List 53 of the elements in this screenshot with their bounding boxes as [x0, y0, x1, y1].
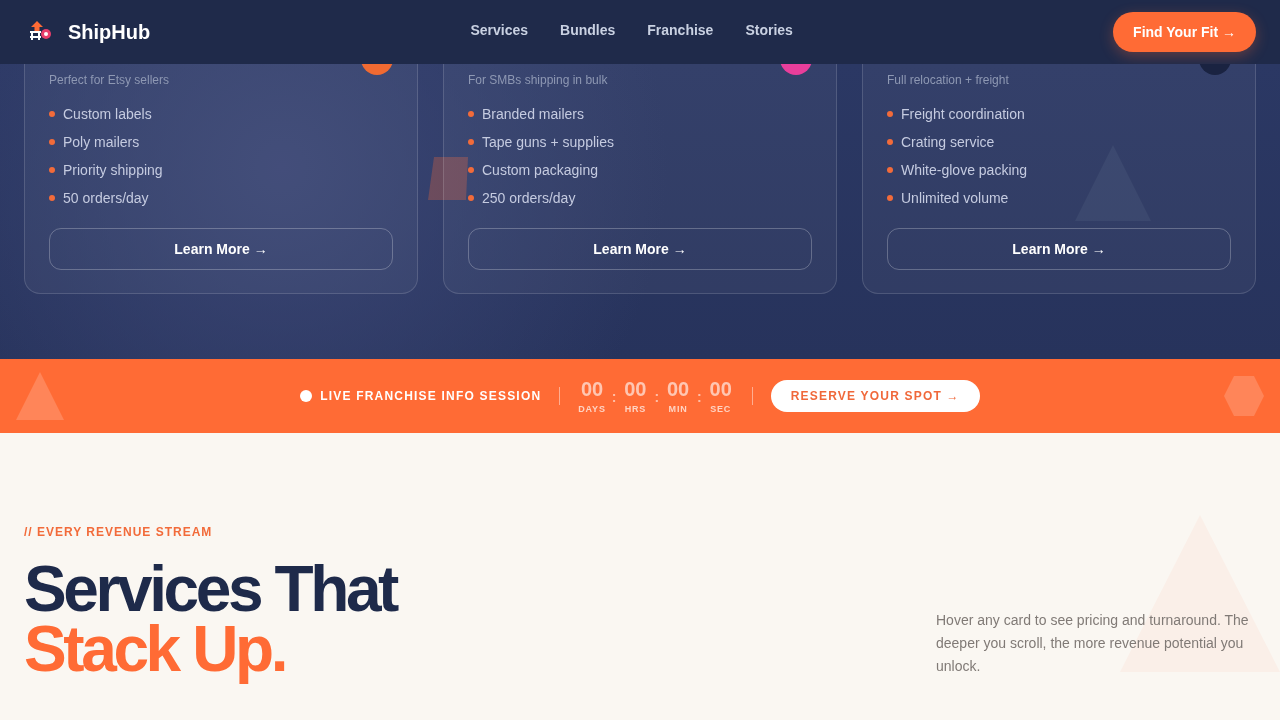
nav-link[interactable]: Franchise — [647, 21, 714, 39]
feature-text: 250 orders/day — [482, 189, 576, 208]
feature-text: Custom labels — [63, 105, 152, 124]
learn-more-button[interactable]: Learn More → — [887, 228, 1231, 270]
countdown-unit-label: SEC — [710, 404, 732, 414]
section-heading: Services That Stack Up. — [24, 555, 397, 687]
section-description: Hover any card to see pricing and turnaround. The deeper you scroll, the more revenue potential you unlock. — [936, 611, 1250, 676]
countdown-separator: : — [654, 389, 660, 405]
nav-link[interactable]: Services — [470, 21, 529, 39]
bullet-icon — [887, 195, 893, 201]
countdown-separator: : — [611, 389, 617, 405]
feature-text: Custom packaging — [482, 161, 598, 180]
feature-text: 50 orders/day — [63, 189, 149, 208]
countdown-value: 00 — [666, 378, 690, 400]
countdown-value: 00 — [580, 378, 604, 400]
learn-more-button[interactable]: Learn More → — [49, 228, 393, 270]
feature-text: White-glove packing — [901, 161, 1028, 180]
bullet-icon — [49, 139, 55, 145]
countdown-unit-label: DAYS — [578, 404, 606, 414]
countdown-value: 00 — [624, 378, 647, 400]
brand-name[interactable]: ShipHub — [68, 20, 151, 44]
feature-text: Crating service — [901, 133, 995, 152]
feature-text: Freight coordination — [901, 105, 1025, 124]
countdown-value: 00 — [709, 378, 732, 400]
countdown-unit-label: MIN — [668, 404, 688, 414]
feature-text: Branded mailers — [482, 105, 584, 124]
bullet-icon — [49, 195, 55, 201]
feature-text: Poly mailers — [63, 133, 140, 152]
nav-link[interactable]: Stories — [745, 21, 793, 39]
bullet-icon — [468, 195, 474, 201]
bullet-icon — [887, 111, 893, 117]
section-eyebrow: // EVERY REVENUE STREAM — [24, 525, 214, 539]
live-dot-icon — [300, 390, 313, 402]
card-subtitle: Perfect for Etsy sellers — [49, 72, 171, 88]
learn-more-button[interactable]: Learn More → — [468, 228, 812, 270]
feature-text: Tape guns + supplies — [482, 133, 614, 152]
bullet-icon — [468, 111, 474, 117]
feature-text: Unlimited volume — [901, 189, 1009, 208]
session-label: LIVE FRANCHISE INFO SESSION — [320, 389, 542, 403]
triangle-decoration — [16, 372, 64, 420]
countdown-separator: : — [697, 389, 702, 405]
bullet-icon — [887, 139, 893, 145]
hexagon-decoration — [1224, 376, 1264, 416]
bullet-icon — [49, 167, 55, 173]
bullet-icon — [887, 167, 893, 173]
bullet-icon — [468, 167, 474, 173]
card-subtitle: Full relocation + freight — [887, 72, 1010, 88]
card-subtitle: For SMBs shipping in bulk — [468, 72, 609, 88]
bullet-icon — [468, 139, 474, 145]
countdown-unit-label: HRS — [624, 404, 647, 414]
feature-text: Priority shipping — [63, 161, 163, 180]
nav-link[interactable]: Bundles — [560, 21, 616, 39]
bullet-icon — [49, 111, 55, 117]
